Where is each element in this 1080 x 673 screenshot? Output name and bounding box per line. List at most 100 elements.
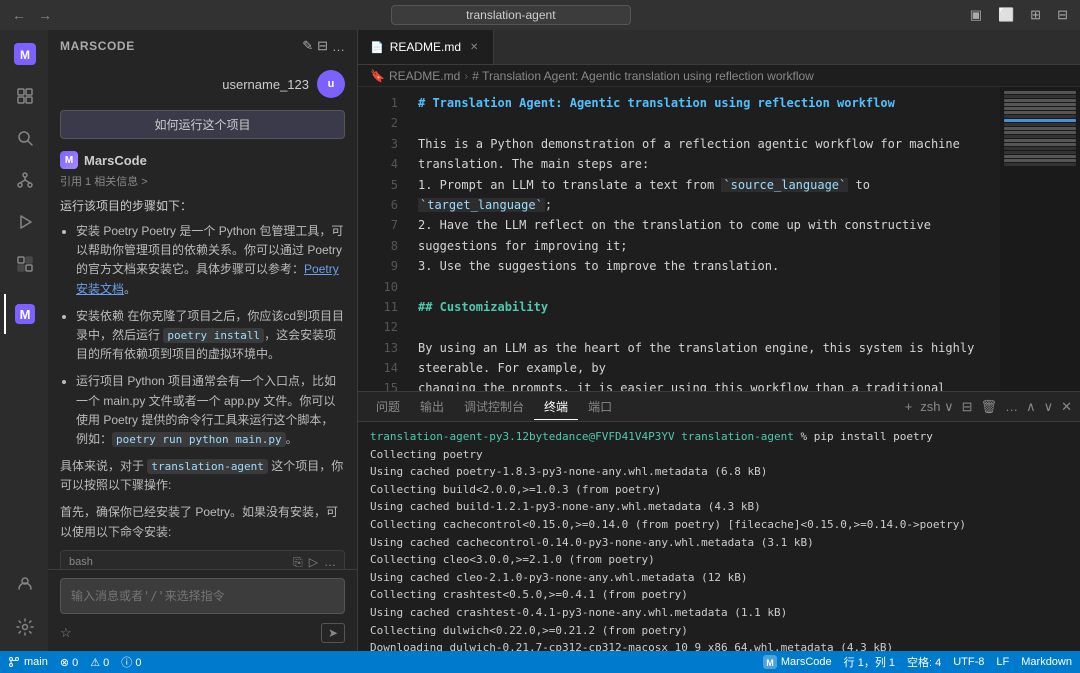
- git-branch-label: main: [24, 656, 48, 668]
- panel-add-icon[interactable]: +: [905, 399, 913, 414]
- status-errors[interactable]: ⊗ 0: [60, 656, 78, 669]
- minimap: [1000, 87, 1080, 391]
- poetry-run-code: poetry run python main.py: [112, 432, 286, 447]
- poetry-link[interactable]: Poetry 安装文档: [76, 262, 339, 295]
- sidebar: MARSCODE ✎ ⊟ … username_123 u 如何运行这个项目 M…: [48, 30, 358, 651]
- poetry-install-code: poetry install: [163, 328, 264, 343]
- title-bar-right: ▣ ⬜ ⊞ ⊟: [966, 5, 1072, 25]
- breadcrumb-heading[interactable]: # Translation Agent: Agentic translation…: [472, 69, 814, 83]
- terminal-content[interactable]: translation-agent-py3.12bytedance@FVFD41…: [358, 422, 1080, 651]
- steps-header: 运行该项目的步骤如下：: [60, 197, 345, 214]
- panel-right-icons: + zsh ∨ ⊟ 🗑 … ∧ ∨ ✕: [905, 399, 1072, 415]
- panel-trash-icon[interactable]: 🗑: [981, 399, 998, 415]
- sidebar-split-button[interactable]: ⊟: [317, 38, 328, 54]
- panel-more-icon[interactable]: …: [1005, 399, 1018, 414]
- activity-ai-icon[interactable]: M: [4, 294, 44, 334]
- warnings-label: ⚠ 0: [90, 656, 109, 669]
- status-language[interactable]: Markdown: [1021, 656, 1072, 668]
- terminal-line: Collecting poetry: [370, 446, 1068, 464]
- tab-readme-label: README.md: [390, 40, 461, 54]
- panel-tab-problems[interactable]: 问题: [366, 394, 410, 419]
- git-branch-icon: [8, 656, 20, 668]
- terminal-line: Using cached cleo-2.1.0-py3-none-any.whl…: [370, 569, 1068, 587]
- breadcrumb-sep: ›: [464, 69, 468, 83]
- layout-icon-4[interactable]: ⊟: [1053, 5, 1072, 25]
- activity-search-icon[interactable]: [4, 118, 44, 158]
- more-code-icon[interactable]: …: [324, 555, 336, 569]
- code-block-header: bash ⎘ ▷ …: [61, 551, 344, 569]
- info-label: ⓘ 0: [121, 654, 141, 670]
- terminal-line: Collecting cleo<3.0.0,>=2.1.0 (from poet…: [370, 551, 1068, 569]
- username-label: username_123: [222, 77, 309, 92]
- status-info[interactable]: ⓘ 0: [121, 654, 141, 670]
- status-encoding[interactable]: UTF-8: [953, 656, 984, 668]
- step-2: 安装依赖 在你克隆了项目之后，你应该cd到项目目录中，然后运行 poetry i…: [76, 307, 345, 365]
- layout-icon-3[interactable]: ⊞: [1026, 5, 1045, 25]
- panel-tab-terminal[interactable]: 终端: [534, 394, 578, 420]
- status-warnings[interactable]: ⚠ 0: [90, 656, 109, 669]
- status-eol[interactable]: LF: [996, 656, 1009, 668]
- send-button[interactable]: ➤: [321, 623, 345, 643]
- run-project-button[interactable]: 如何运行这个项目: [60, 110, 345, 139]
- sidebar-new-chat-button[interactable]: ✎: [302, 38, 313, 54]
- copy-icon[interactable]: ⎘: [293, 555, 303, 569]
- svg-text:M: M: [766, 658, 774, 668]
- status-bar: main ⊗ 0 ⚠ 0 ⓘ 0 M MarsCode 行 1，列 1 空格: …: [0, 651, 1080, 673]
- editor-content: 12345 678910 1112131415 1617 # Translati…: [358, 87, 1080, 391]
- panel-down-icon[interactable]: ∨: [1044, 399, 1054, 415]
- nav-back-button[interactable]: ←: [8, 5, 30, 25]
- marscode-status-icon: M: [763, 655, 777, 669]
- panel-tab-output[interactable]: 输出: [410, 394, 454, 419]
- terminal-line: Using cached poetry-1.8.3-py3-none-any.w…: [370, 463, 1068, 481]
- layout-icon-1[interactable]: ▣: [966, 5, 986, 25]
- panel-split-icon[interactable]: ⊟: [962, 399, 973, 415]
- activity-bar: M M: [0, 30, 48, 651]
- activity-account-icon[interactable]: [4, 563, 44, 603]
- sidebar-header: MARSCODE ✎ ⊟ …: [48, 30, 357, 62]
- panel-tabs-bar: 问题 输出 调试控制台 终端 端口 + zsh ∨ ⊟ 🗑 … ∧ ∨ ✕: [358, 392, 1080, 422]
- terminal-line: Using cached cachecontrol-0.14.0-py3-non…: [370, 534, 1068, 552]
- breadcrumb-file-icon: 🔖: [370, 69, 385, 83]
- ref-info[interactable]: 引用 1 相关信息 >: [60, 173, 345, 189]
- activity-git-icon[interactable]: [4, 160, 44, 200]
- layout-icon-2[interactable]: ⬜: [994, 5, 1018, 25]
- status-spaces[interactable]: 空格: 4: [907, 654, 941, 670]
- panel-close-icon[interactable]: ✕: [1061, 399, 1072, 415]
- sidebar-header-icons: ✎ ⊟ …: [302, 38, 345, 54]
- translation-agent-ref: translation-agent: [147, 459, 268, 474]
- nav-forward-button[interactable]: →: [34, 5, 56, 25]
- panel-up-icon[interactable]: ∧: [1026, 399, 1036, 415]
- chat-star-icon[interactable]: ☆: [60, 625, 72, 641]
- tab-readme-close[interactable]: ✕: [467, 41, 481, 54]
- run-icon[interactable]: ▷: [309, 555, 318, 569]
- status-position[interactable]: 行 1，列 1: [844, 654, 895, 670]
- title-bar-left: ← →: [8, 5, 56, 25]
- terminal-line: Collecting cachecontrol<0.15.0,>=0.14.0 …: [370, 516, 1068, 534]
- terminal-line: translation-agent-py3.12bytedance@FVFD41…: [370, 428, 1068, 446]
- terminal-line: Collecting dulwich<0.22.0,>=0.21.2 (from…: [370, 622, 1068, 640]
- code-editor-main[interactable]: # Translation Agent: Agentic translation…: [406, 87, 1000, 391]
- code-block-icons: ⎘ ▷ …: [293, 555, 336, 569]
- main-layout: M M MARSCODE ✎ ⊟: [0, 30, 1080, 651]
- status-marscode[interactable]: M MarsCode: [763, 655, 832, 669]
- errors-label: ⊗ 0: [60, 656, 78, 669]
- breadcrumb-file[interactable]: README.md: [389, 69, 460, 83]
- panel-shell-label[interactable]: zsh ∨: [920, 399, 953, 415]
- activity-debug-icon[interactable]: [4, 202, 44, 242]
- status-git[interactable]: main: [8, 656, 48, 668]
- activity-marscode-logo[interactable]: M: [4, 34, 44, 74]
- first-step-desc: 首先，确保你已经安装了 Poetry。如果没有安装，可以使用以下命令安装:: [60, 503, 345, 541]
- editor-area: 📄 README.md ✕ 🔖 README.md › # Translatio…: [358, 30, 1080, 651]
- sidebar-more-button[interactable]: …: [332, 38, 345, 54]
- marscode-brand: M MarsCode: [60, 151, 345, 169]
- panel-tab-ports[interactable]: 端口: [578, 394, 622, 419]
- svg-text:M: M: [20, 48, 30, 62]
- activity-settings-icon[interactable]: [4, 607, 44, 647]
- chat-input[interactable]: [60, 578, 345, 614]
- panel-tab-debug[interactable]: 调试控制台: [454, 394, 534, 419]
- search-input[interactable]: [391, 5, 631, 25]
- activity-explore-icon[interactable]: [4, 76, 44, 116]
- tab-readme-icon: 📄: [370, 41, 384, 54]
- tab-readme[interactable]: 📄 README.md ✕: [358, 30, 494, 64]
- activity-extension-icon[interactable]: [4, 244, 44, 284]
